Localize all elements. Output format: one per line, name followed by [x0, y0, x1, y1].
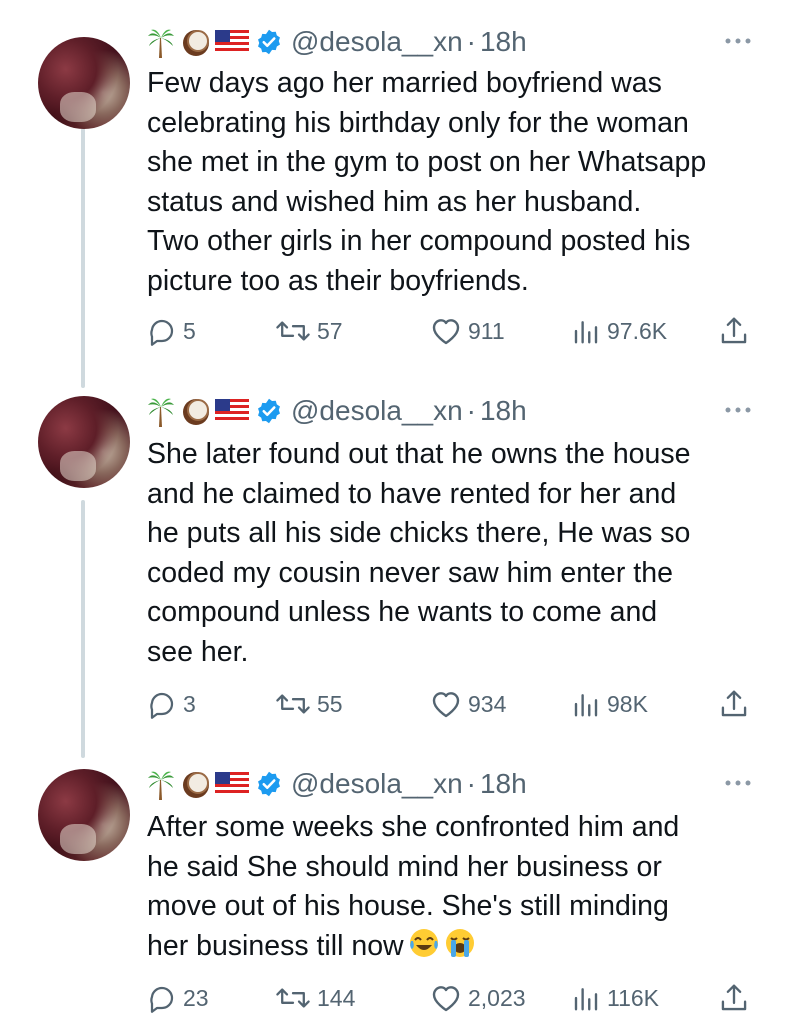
like-button[interactable]: 2,023 — [430, 980, 526, 1016]
retweet-icon — [276, 988, 310, 1008]
separator-dot: · — [466, 768, 476, 799]
us-flag-emoji-icon — [215, 770, 249, 798]
user-handle[interactable]: @desola__xn — [291, 768, 463, 800]
tweet[interactable]: @desola__xn · 18h After some weeks she c… — [0, 0, 798, 1024]
more-options-icon[interactable] — [722, 776, 754, 790]
face-with-tears-of-joy-icon — [408, 927, 440, 959]
coconut-emoji-icon — [181, 770, 209, 798]
tweet-header: @desola__xn · 18h — [147, 764, 527, 804]
timestamp[interactable]: 18h — [480, 768, 527, 800]
palm-tree-emoji-icon — [147, 770, 175, 800]
reply-count: 23 — [183, 984, 209, 1011]
reply-button[interactable]: 23 — [147, 980, 209, 1016]
tweet-text: After some weeks she confronted him and … — [147, 808, 767, 966]
retweet-button[interactable]: 144 — [275, 980, 355, 1016]
avatar[interactable] — [38, 769, 130, 861]
share-button[interactable] — [719, 980, 755, 1016]
share-icon — [721, 984, 747, 1011]
tweet-actions: 23 144 2,023 116K — [147, 980, 759, 1016]
like-count: 2,023 — [468, 984, 526, 1011]
reply-icon — [150, 986, 174, 1013]
views-count: 116K — [607, 984, 660, 1011]
retweet-count: 144 — [317, 984, 356, 1011]
verified-badge-icon[interactable] — [255, 770, 283, 798]
views-button[interactable]: 116K — [571, 980, 659, 1016]
loudly-crying-face-icon — [444, 927, 476, 959]
heart-icon — [432, 986, 460, 1012]
views-chart-icon — [574, 988, 598, 1011]
